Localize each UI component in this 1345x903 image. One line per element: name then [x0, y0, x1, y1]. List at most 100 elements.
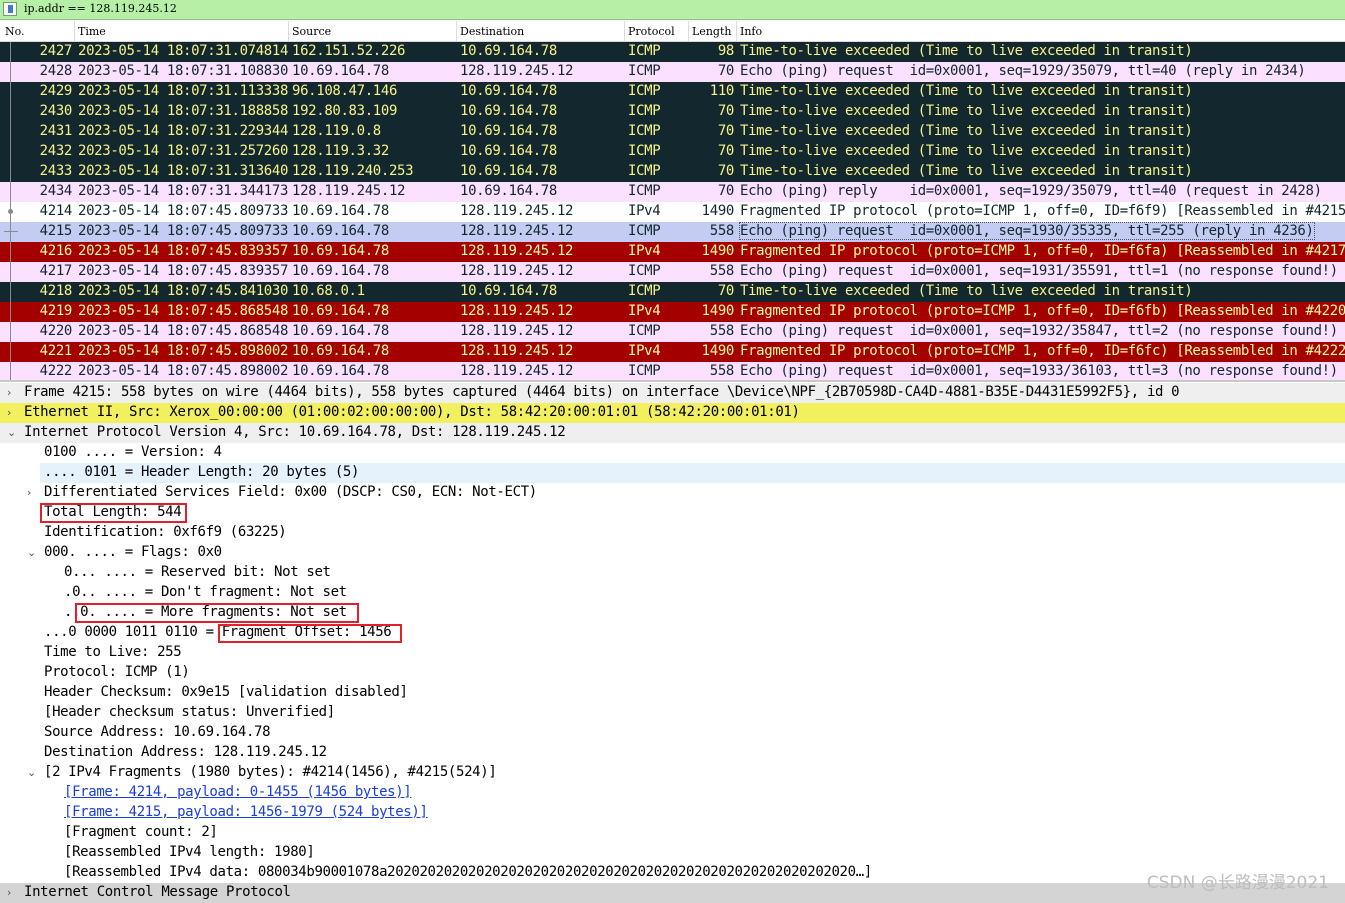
detail-row[interactable]: ⌄ Internet Protocol Version 4, Src: 10.69… — [0, 423, 1345, 443]
detail-text: 0... .... = Reserved bit: Not set — [64, 564, 331, 580]
detail-row[interactable]: Protocol: ICMP (1) — [0, 663, 1345, 683]
column-header-info[interactable]: Info — [740, 25, 762, 38]
detail-row[interactable]: Identification: 0xf6f9 (63225) — [0, 523, 1345, 543]
detail-row[interactable]: Total Length: 544 — [0, 503, 1345, 523]
packet-row[interactable]: 4221 2023-05-14 18:07:45.898002 10.69.164.… — [0, 342, 1345, 362]
packet-cell-no: 4218 — [39, 283, 73, 299]
display-filter-input[interactable]: ip.addr == 128.119.245.12 — [24, 2, 177, 15]
column-header-source[interactable]: Source — [292, 25, 331, 38]
detail-row[interactable]: [Reassembled IPv4 length: 1980] — [0, 843, 1345, 863]
packet-row[interactable]: 2429 2023-05-14 18:07:31.113338 96.108.47.… — [0, 82, 1345, 102]
packet-row[interactable]: 4216 2023-05-14 18:07:45.839357 10.69.164.… — [0, 242, 1345, 262]
fragment-frame-link[interactable]: [Frame: 4215, payload: 1456-1979 (524 by… — [64, 804, 428, 820]
packet-cell-len: 558 — [709, 323, 735, 339]
packet-row[interactable]: 4218 2023-05-14 18:07:45.841030 10.68.0.1 1… — [0, 282, 1345, 302]
packet-row[interactable]: 4219 2023-05-14 18:07:45.868548 10.69.164.… — [0, 302, 1345, 322]
detail-row[interactable]: 0100 .... = Version: 4 — [0, 443, 1345, 463]
detail-text: [Reassembled IPv4 length: 1980] — [64, 844, 315, 860]
packet-row[interactable]: 2432 2023-05-14 18:07:31.257260 128.119.3.… — [0, 142, 1345, 162]
packet-cell-info: Fragmented IP protocol (proto=ICMP 1, of… — [740, 203, 1345, 219]
detail-row[interactable]: [Fragment count: 2] — [0, 823, 1345, 843]
detail-row[interactable]: › Frame 4215: 558 bytes on wire (4464 bit… — [0, 383, 1345, 403]
bookmark-icon[interactable] — [3, 2, 17, 16]
packet-cell-no: 2428 — [39, 63, 73, 79]
packet-cell-time: 2023-05-14 18:07:45.809733 — [78, 223, 289, 239]
detail-row[interactable]: ⌄ 000. .... = Flags: 0x0 — [0, 543, 1345, 563]
column-header-length[interactable]: Length — [692, 25, 731, 38]
packet-cell-dst: 10.69.164.78 — [460, 163, 557, 179]
column-header-no[interactable]: No. — [5, 25, 25, 38]
column-header-time[interactable]: Time — [78, 25, 106, 38]
expand-right-icon[interactable]: › — [7, 406, 17, 419]
packet-cell-time: 2023-05-14 18:07:45.839357 — [78, 263, 289, 279]
fragment-frame-link[interactable]: [Frame: 4214, payload: 0-1455 (1456 byte… — [64, 784, 412, 800]
detail-row[interactable]: ⌄ [2 IPv4 Fragments (1980 bytes): #4214(1… — [0, 763, 1345, 783]
column-header-protocol[interactable]: Protocol — [628, 25, 675, 38]
packet-cell-info: Echo (ping) request id=0x0001, seq=1932/… — [740, 323, 1338, 339]
packet-cell-time: 2023-05-14 18:07:31.188858 — [78, 103, 289, 119]
packet-row[interactable]: 4222 2023-05-14 18:07:45.898002 10.69.164.… — [0, 362, 1345, 382]
packet-cell-proto: ICMP — [628, 163, 661, 179]
packet-row[interactable]: 4215 2023-05-14 18:07:45.809733 10.69.164.… — [0, 222, 1345, 242]
packet-cell-src: 192.80.83.109 — [292, 103, 398, 119]
packet-cell-dst: 10.69.164.78 — [460, 283, 557, 299]
detail-row[interactable]: ...0 0000 1011 0110 = Fragment Offset: 1… — [0, 623, 1345, 643]
expand-down-icon[interactable]: ⌄ — [27, 766, 37, 779]
packet-cell-dst: 128.119.245.12 — [460, 363, 574, 379]
packet-cell-time: 2023-05-14 18:07:31.313640 — [78, 163, 289, 179]
packet-cell-src: 10.69.164.78 — [292, 303, 389, 319]
packet-row[interactable]: 2427 2023-05-14 18:07:31.074814 162.151.52… — [0, 42, 1345, 62]
packet-row[interactable]: 4214 2023-05-14 18:07:45.809733 10.69.164.… — [0, 202, 1345, 222]
expand-right-icon[interactable]: › — [7, 386, 17, 399]
packet-row[interactable]: 2433 2023-05-14 18:07:31.313640 128.119.24… — [0, 162, 1345, 182]
packet-cell-info: Echo (ping) reply id=0x0001, seq=1929/35… — [740, 183, 1322, 199]
expand-down-icon[interactable]: ⌄ — [7, 426, 17, 439]
packet-cell-proto: ICMP — [628, 103, 661, 119]
detail-row[interactable]: [Frame: 4214, payload: 0-1455 (1456 byte… — [0, 783, 1345, 803]
expand-down-icon[interactable]: ⌄ — [27, 546, 37, 559]
detail-row[interactable]: › Ethernet II, Src: Xerox_00:00:00 (01:00… — [0, 403, 1345, 423]
packet-cell-proto: ICMP — [628, 283, 661, 299]
detail-text: Protocol: ICMP (1) — [44, 664, 190, 680]
packet-row[interactable]: 4220 2023-05-14 18:07:45.868548 10.69.164.… — [0, 322, 1345, 342]
packet-cell-no: 4214 — [39, 203, 73, 219]
detail-row[interactable]: › Differentiated Services Field: 0x00 (DS… — [0, 483, 1345, 503]
detail-row[interactable]: [Header checksum status: Unverified] — [0, 703, 1345, 723]
packet-cell-time: 2023-05-14 18:07:31.344173 — [78, 183, 289, 199]
packet-row[interactable]: 2428 2023-05-14 18:07:31.108830 10.69.164.… — [0, 62, 1345, 82]
packet-cell-src: 96.108.47.146 — [292, 83, 398, 99]
packet-cell-src: 128.119.240.253 — [292, 163, 414, 179]
expand-right-icon[interactable]: › — [27, 486, 37, 499]
detail-row[interactable]: Source Address: 10.69.164.78 — [0, 723, 1345, 743]
detail-row[interactable]: 0... .... = Reserved bit: Not set — [0, 563, 1345, 583]
packet-row[interactable]: 2434 2023-05-14 18:07:31.344173 128.119.24… — [0, 182, 1345, 202]
packet-cell-src: 10.69.164.78 — [292, 343, 389, 359]
display-filter-bar[interactable]: ip.addr == 128.119.245.12 — [0, 0, 1345, 20]
packet-cell-info: Echo (ping) request id=0x0001, seq=1931/… — [740, 263, 1338, 279]
detail-row[interactable]: .... 0101 = Header Length: 20 bytes (5) — [40, 463, 1345, 483]
packet-row[interactable]: 2431 2023-05-14 18:07:31.229344 128.119.0.… — [0, 122, 1345, 142]
detail-text: [Reassembled IPv4 data: 080034b90001078a… — [64, 864, 872, 880]
detail-row[interactable]: Time to Live: 255 — [0, 643, 1345, 663]
pane-splitter[interactable] — [0, 380, 1345, 382]
packet-cell-len: 70 — [717, 183, 735, 199]
detail-row[interactable]: Destination Address: 128.119.245.12 — [0, 743, 1345, 763]
packet-cell-len: 70 — [717, 163, 735, 179]
column-header-destination[interactable]: Destination — [460, 25, 524, 38]
packet-row[interactable]: 2430 2023-05-14 18:07:31.188858 192.80.83.… — [0, 102, 1345, 122]
packet-cell-info: Fragmented IP protocol (proto=ICMP 1, of… — [740, 243, 1345, 259]
packet-cell-len: 1490 — [701, 203, 735, 219]
packet-cell-len: 70 — [717, 123, 735, 139]
packet-cell-proto: IPv4 — [628, 343, 661, 359]
packet-row[interactable]: 4217 2023-05-14 18:07:45.839357 10.69.164.… — [0, 262, 1345, 282]
packet-cell-info: Time-to-live exceeded (Time to live exce… — [740, 163, 1193, 179]
detail-row[interactable]: [Frame: 4215, payload: 1456-1979 (524 by… — [0, 803, 1345, 823]
packet-cell-info: Time-to-live exceeded (Time to live exce… — [740, 83, 1193, 99]
expand-right-icon[interactable]: › — [7, 886, 17, 899]
detail-row[interactable]: [Reassembled IPv4 data: 080034b90001078a… — [0, 863, 1345, 883]
detail-row[interactable]: Header Checksum: 0x9e15 [validation disa… — [0, 683, 1345, 703]
detail-row[interactable]: › Internet Control Message Protocol — [0, 883, 1345, 903]
packet-cell-no: 2432 — [39, 143, 73, 159]
detail-text: Differentiated Services Field: 0x00 (DSC… — [44, 484, 537, 500]
detail-row[interactable]: .0.. .... = Don't fragment: Not set — [0, 583, 1345, 603]
